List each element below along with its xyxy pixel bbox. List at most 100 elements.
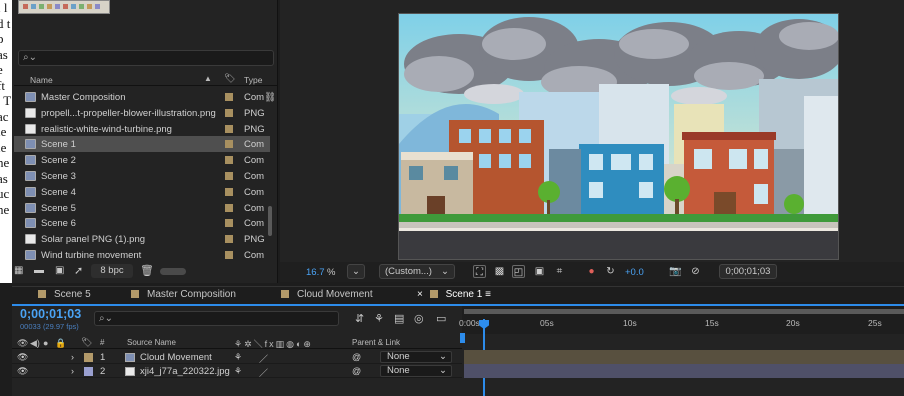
composition-frame[interactable] (398, 13, 839, 260)
project-item[interactable]: Scene 5 Com (14, 200, 270, 216)
project-search-input[interactable]: ⌕⌄ (18, 50, 274, 66)
project-item[interactable]: Master Composition Com ⛓ (14, 89, 276, 105)
chevron-down-icon: ⌄ (441, 266, 449, 277)
project-item[interactable]: Scene 1 Com (14, 136, 270, 153)
label-color-swatch[interactable] (225, 172, 233, 180)
layer-row[interactable]: 👁 › 2 xji4_j77a_220322.jpg ⚘ ／ @ None ⌄ (12, 364, 462, 378)
new-composition-icon[interactable]: ▣ (55, 265, 64, 276)
bit-depth-button[interactable]: 8 bpc (91, 264, 133, 278)
column-source-name[interactable]: Source Name (127, 338, 176, 347)
zoom-value[interactable]: 16.7 (306, 267, 325, 278)
shy-switch-icon[interactable]: ⚘ (234, 366, 242, 377)
label-tag-icon[interactable]: 🏷 (224, 73, 235, 84)
layer-label-swatch[interactable] (84, 353, 93, 362)
show-snapshot-icon[interactable]: ⊘ (689, 265, 702, 278)
label-color-swatch[interactable] (225, 187, 233, 196)
thumbnail-size-slider[interactable] (160, 268, 186, 275)
project-item[interactable]: Scene 2 Com (14, 152, 270, 168)
label-tag-icon[interactable]: 🏷 (81, 337, 92, 348)
column-type-label[interactable]: Type (244, 75, 262, 85)
project-item[interactable]: Scene 6 Com (14, 215, 270, 231)
label-color-swatch[interactable] (225, 124, 233, 133)
work-area-bar[interactable] (464, 309, 904, 314)
pick-whip-icon[interactable]: @ (352, 352, 361, 362)
pick-whip-icon[interactable]: @ (352, 366, 361, 376)
layer-label-swatch[interactable] (84, 367, 93, 376)
new-folder-icon[interactable]: ▬ (34, 265, 44, 276)
label-color-swatch[interactable] (225, 251, 233, 259)
lock-icon[interactable]: 🔒 (55, 338, 66, 349)
project-item-name: Scene 1 (41, 139, 76, 151)
resolution-dropdown[interactable]: (Custom...) ⌄ (379, 264, 455, 279)
transparency-grid-icon[interactable]: ▩ (493, 265, 506, 278)
reset-exposure-icon[interactable]: ↻ (604, 265, 617, 278)
project-item[interactable]: realistic-white-wind-turbine.png PNG (14, 121, 270, 137)
parent-dropdown[interactable]: None ⌄ (380, 351, 452, 363)
project-item[interactable]: Scene 4 Com (14, 184, 270, 200)
magnification-dropdown[interactable]: ⌄ (347, 264, 365, 279)
layer-number: 2 (100, 366, 106, 377)
tab-scene-5[interactable]: Scene 5 (38, 289, 91, 300)
timeline-search-input[interactable]: ⌕⌄ (94, 311, 339, 326)
project-item[interactable]: Wind turbine movement Com (14, 247, 270, 263)
layer-row[interactable]: 👁 › 1 Cloud Movement ⚘ ／ @ None ⌄ (12, 350, 462, 364)
label-color-swatch[interactable] (225, 219, 233, 228)
close-icon[interactable]: × (417, 289, 426, 300)
project-scrollbar[interactable] (268, 206, 272, 236)
project-item[interactable]: Solar panel PNG (1).png PNG (14, 231, 270, 247)
column-parent-link[interactable]: Parent & Link (352, 338, 400, 347)
tab-scene-1[interactable]: × Scene 1 ≡ (417, 289, 491, 300)
doc-strip-line: d t (0, 15, 11, 31)
motion-blur-icon[interactable]: ◎ (414, 312, 424, 325)
composition-mini-flowchart-icon[interactable]: ⇵ (355, 312, 364, 325)
visibility-eye-icon[interactable]: 👁 (17, 352, 28, 363)
exposure-value[interactable]: +0.0 (625, 267, 644, 278)
expand-chevron-icon[interactable]: › (71, 366, 74, 376)
draft-3d-icon[interactable]: ⚘ (374, 312, 384, 325)
label-color-swatch[interactable] (225, 108, 233, 117)
quality-switch-icon[interactable]: ／ (259, 366, 268, 379)
column-name-label[interactable]: Name (30, 75, 53, 85)
layer-name[interactable]: Cloud Movement (140, 352, 212, 363)
flowchart-icon[interactable]: ⛓ (264, 92, 276, 103)
grid-guides-icon[interactable]: ⌗ (553, 265, 566, 278)
label-color-swatch[interactable] (225, 235, 233, 244)
panel-menu-icon[interactable]: ≡ (482, 289, 491, 300)
timeline-current-time[interactable]: 0;00;01;03 (20, 307, 81, 321)
frame-blending-icon[interactable]: ▤ (394, 312, 404, 325)
solo-icon[interactable]: ● (43, 338, 48, 348)
shy-switch-icon[interactable]: ⚘ (234, 352, 242, 363)
layer-duration-bar[interactable] (464, 350, 904, 364)
tab-cloud-movement[interactable]: Cloud Movement (281, 289, 373, 300)
project-item-type: Com (244, 155, 265, 167)
expand-chevron-icon[interactable]: › (71, 352, 74, 362)
label-color-swatch[interactable] (225, 93, 233, 101)
project-item[interactable]: propell...t-propeller-blower-illustratio… (14, 105, 270, 121)
snapshot-camera-icon[interactable]: 📷 (669, 265, 682, 278)
layer-duration-bar[interactable] (464, 364, 904, 378)
color-channels-icon[interactable]: ● (585, 265, 598, 278)
fast-previews-icon[interactable]: ⛶ (473, 265, 486, 278)
project-item-name: Scene 6 (41, 218, 76, 230)
tab-master-composition[interactable]: Master Composition (131, 289, 236, 300)
parent-dropdown[interactable]: None ⌄ (380, 365, 452, 377)
label-color-swatch[interactable] (225, 140, 233, 149)
visibility-eye-icon[interactable]: 👁 (17, 366, 28, 377)
viewer-timecode[interactable]: 0;00;01;03 (719, 264, 777, 279)
comp-icon (125, 353, 135, 362)
label-color-swatch[interactable] (225, 203, 233, 212)
mask-path-icon[interactable]: ◰ (512, 265, 525, 278)
doc-strip-line: e (0, 62, 12, 78)
region-of-interest-icon[interactable]: ▣ (533, 265, 546, 278)
switches-icons[interactable]: ⚘✲＼fx▥◍◐⊕ (234, 337, 313, 350)
interpret-footage-icon[interactable]: ▦ (14, 265, 23, 276)
audio-speaker-icon[interactable]: ◀) (30, 338, 40, 349)
project-item[interactable]: Scene 3 Com (14, 168, 270, 184)
render-queue-icon[interactable]: ➚ (74, 264, 83, 277)
sort-ascending-icon[interactable]: ▲ (204, 74, 212, 83)
label-color-swatch[interactable] (225, 156, 233, 165)
graph-editor-icon[interactable]: ▭ (436, 312, 446, 325)
layer-name[interactable]: xji4_j77a_220322.jpg (140, 366, 230, 377)
trash-icon[interactable]: 🗑 (140, 264, 154, 277)
video-eye-icon[interactable]: 👁 (17, 338, 28, 349)
